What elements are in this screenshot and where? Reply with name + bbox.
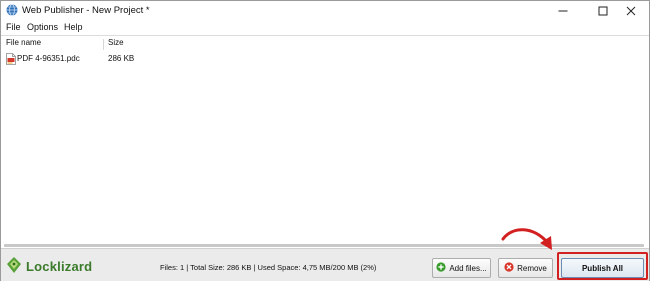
annotation-arrow-icon (501, 228, 552, 250)
pdc-file-icon (6, 53, 16, 65)
remove-button[interactable]: Remove (498, 258, 553, 278)
maximize-icon (598, 6, 608, 16)
column-header-file-name[interactable]: File name (6, 38, 41, 52)
highlight-box (557, 252, 648, 280)
status-text: Files: 1 | Total Size: 286 KB | Used Spa… (160, 263, 377, 272)
add-icon (436, 262, 449, 274)
menu-bar: File Options Help (1, 20, 649, 35)
window-title: Web Publisher - New Project * (22, 5, 150, 16)
minimize-button[interactable] (546, 1, 580, 20)
file-size-cell: 286 KB (108, 54, 135, 63)
file-row[interactable]: PDF 4-96351.pdc 286 KB (1, 53, 649, 65)
menu-file[interactable]: File (6, 22, 21, 32)
lizard-icon (5, 256, 23, 276)
close-button[interactable] (614, 1, 648, 20)
file-list[interactable]: File name Size PDF 4-96351.pdc 286 KB (1, 35, 649, 248)
logo-text: Locklizard (26, 258, 93, 274)
column-header-size[interactable]: Size (108, 38, 124, 52)
menu-options[interactable]: Options (27, 22, 58, 32)
web-publisher-window: Web Publisher - New Project * File Optio… (0, 0, 650, 281)
column-separator[interactable] (103, 39, 104, 50)
remove-icon (504, 262, 517, 274)
remove-label: Remove (517, 263, 547, 273)
file-name-cell: PDF 4-96351.pdc (17, 54, 80, 63)
add-files-label: Add files... (449, 263, 487, 273)
minimize-icon (558, 6, 568, 16)
add-files-button[interactable]: Add files... (432, 258, 491, 278)
locklizard-logo: Locklizard (5, 256, 93, 276)
web-publisher-app-icon (6, 4, 18, 16)
close-icon (626, 6, 636, 16)
menu-help[interactable]: Help (64, 22, 83, 32)
title-bar: Web Publisher - New Project * (1, 1, 649, 20)
